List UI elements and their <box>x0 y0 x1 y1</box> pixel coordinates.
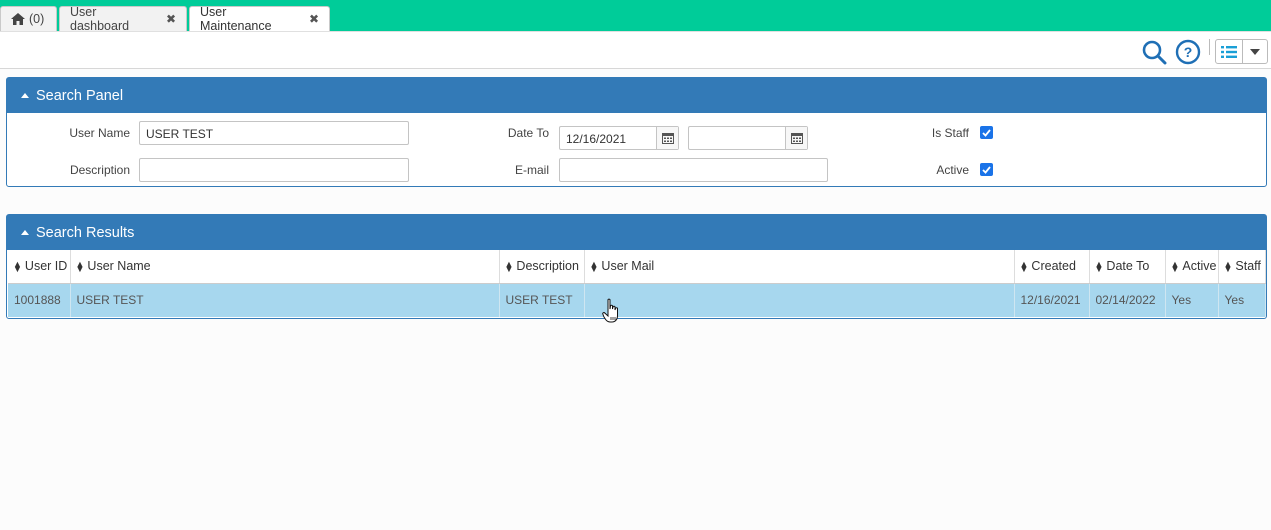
search-results-header[interactable]: Search Results <box>7 215 1266 250</box>
description-input[interactable] <box>139 158 409 182</box>
search-icon[interactable] <box>1141 39 1167 65</box>
calendar-icon[interactable] <box>656 127 678 149</box>
checkmark-icon <box>982 165 991 174</box>
tab-bar: (0) User dashboard ✖ User Maintenance ✖ <box>0 0 1271 33</box>
email-label: E-mail <box>514 163 549 177</box>
collapse-caret-icon[interactable] <box>21 229 29 235</box>
close-icon[interactable]: ✖ <box>309 12 319 26</box>
tab-label: User Maintenance <box>200 5 272 33</box>
user-name-input[interactable]: USER TEST <box>139 121 409 145</box>
svg-text:?: ? <box>1184 44 1193 60</box>
cell-date-to: 02/14/2022 <box>1089 283 1166 317</box>
is-staff-label: Is Staff <box>931 126 969 140</box>
column-header-staff[interactable]: ▲ ▼ Staff <box>1218 250 1266 284</box>
collapse-caret-icon[interactable] <box>21 92 29 98</box>
sort-icon: ▲ ▼ <box>1223 258 1233 274</box>
column-header-user-mail[interactable]: ▲ ▼ User Mail <box>584 250 1015 284</box>
tab-home[interactable]: (0) <box>0 6 57 31</box>
date-to-from-field[interactable]: 12/16/2021 <box>559 126 679 150</box>
tab-home-label: (0) <box>29 12 45 26</box>
toolbar-separator <box>1209 39 1210 55</box>
cell-user-mail <box>584 283 1015 317</box>
column-label: Created <box>1031 259 1076 274</box>
cell-created: 12/16/2021 <box>1014 283 1090 317</box>
sort-icon: ▲ ▼ <box>13 258 22 274</box>
home-icon <box>11 13 25 25</box>
date-to-to-field[interactable] <box>688 126 808 150</box>
column-label: Staff <box>1235 259 1261 274</box>
results-table: ▲ ▼ User ID ▲ ▼ User Name ▲ ▼ Description ▲ ▼ Us… <box>8 250 1266 317</box>
table-header-row: ▲ ▼ User ID ▲ ▼ User Name ▲ ▼ Description ▲ ▼ Us… <box>8 250 1266 284</box>
user-name-label: User Name <box>69 126 130 140</box>
search-results-panel: Search Results ▲ ▼ User ID ▲ ▼ User Name ▲ ▼ D… <box>6 214 1267 319</box>
column-header-user-name[interactable]: ▲ ▼ User Name <box>70 250 500 284</box>
email-input[interactable] <box>559 158 828 182</box>
column-label: User ID <box>24 259 68 274</box>
date-to-label: Date To <box>507 126 549 140</box>
hand-pointer-icon <box>602 298 618 323</box>
active-label: Active <box>936 163 969 177</box>
calendar-icon[interactable] <box>785 127 807 149</box>
toolbar: ? <box>0 31 1271 69</box>
search-results-title: Search Results <box>36 224 135 241</box>
column-header-date-to[interactable]: ▲ ▼ Date To <box>1089 250 1166 284</box>
column-label: Description <box>516 259 579 274</box>
help-icon[interactable]: ? <box>1175 39 1201 65</box>
column-label: User Mail <box>601 259 655 274</box>
column-label: Date To <box>1106 259 1150 274</box>
list-view-button[interactable] <box>1216 40 1242 63</box>
search-panel: Search Panel User Name USER TEST Date To… <box>6 77 1267 187</box>
column-label: User Name <box>87 259 151 274</box>
sort-icon: ▲ ▼ <box>1019 258 1029 274</box>
date-to-to-value <box>689 127 785 149</box>
view-options-button[interactable] <box>1215 39 1268 64</box>
column-header-active[interactable]: ▲ ▼ Active <box>1165 250 1219 284</box>
cell-user-name: USER TEST <box>70 283 500 317</box>
description-label: Description <box>69 163 130 177</box>
column-header-description[interactable]: ▲ ▼ Description <box>499 250 585 284</box>
date-to-from-value: 12/16/2021 <box>566 132 627 146</box>
tab-label: User dashboard <box>70 5 130 33</box>
close-icon[interactable]: ✖ <box>166 12 176 26</box>
column-header-user-id[interactable]: ▲ ▼ User ID <box>8 250 71 284</box>
sort-icon: ▲ ▼ <box>1170 258 1180 274</box>
column-label: Active <box>1182 259 1217 274</box>
sort-icon: ▲ ▼ <box>589 258 599 274</box>
is-staff-checkbox[interactable] <box>980 126 993 139</box>
view-dropdown-button[interactable] <box>1242 40 1267 63</box>
dropdown-caret-icon <box>1250 48 1261 55</box>
column-header-created[interactable]: ▲ ▼ Created <box>1014 250 1090 284</box>
tab-user-dashboard[interactable]: User dashboard ✖ <box>59 5 187 33</box>
search-panel-header[interactable]: Search Panel <box>7 78 1266 113</box>
checkmark-icon <box>982 128 991 137</box>
search-panel-title: Search Panel <box>36 87 124 104</box>
tab-user-maintenance[interactable]: User Maintenance ✖ <box>189 5 330 33</box>
cell-description: USER TEST <box>499 283 585 317</box>
cell-user-id: 1001888 <box>8 283 71 317</box>
list-view-icon <box>1221 45 1238 58</box>
cell-staff: Yes <box>1218 283 1266 317</box>
sort-icon: ▲ ▼ <box>75 258 85 274</box>
cell-active: Yes <box>1165 283 1219 317</box>
sort-icon: ▲ ▼ <box>1094 258 1104 274</box>
table-row[interactable]: 1001888 USER TEST USER TEST 12/16/2021 0… <box>8 283 1266 317</box>
active-checkbox[interactable] <box>980 163 993 176</box>
sort-icon: ▲ ▼ <box>504 258 514 274</box>
